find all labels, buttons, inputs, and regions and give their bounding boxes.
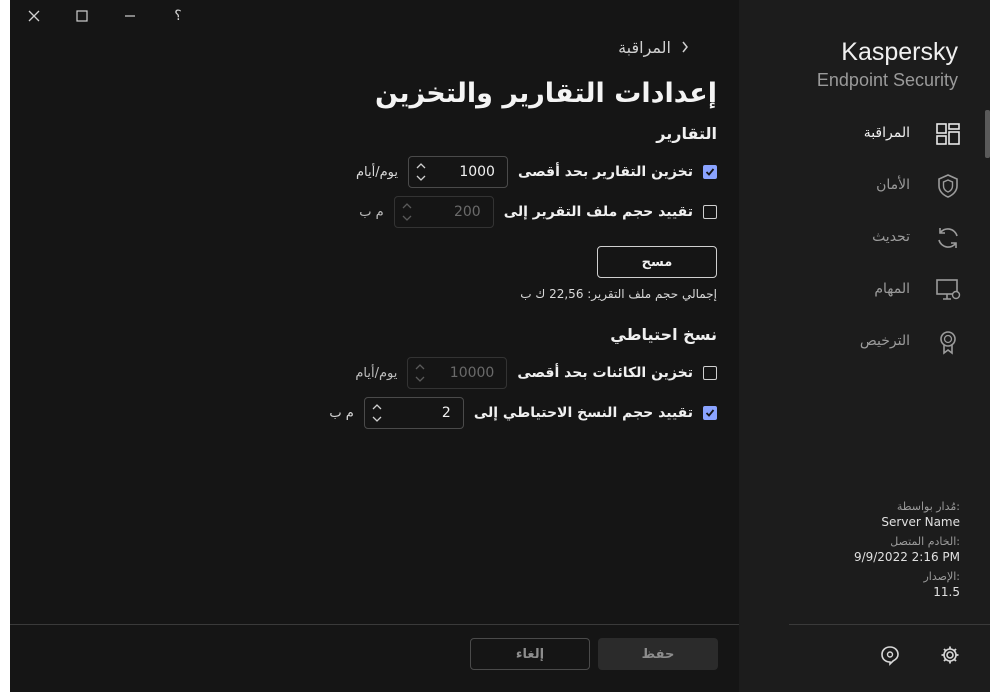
store-reports-stepper[interactable]: 1000: [407, 156, 508, 188]
store-reports-value: 1000: [459, 164, 495, 180]
nav-item-tasks[interactable]: المهام: [739, 270, 990, 310]
limit-report-size-unit: م ب: [359, 204, 384, 220]
store-reports-row: تخزين التقارير بحد أقصى 1000 يوم/أيام: [356, 156, 717, 188]
refresh-icon: [938, 228, 958, 248]
shield-icon: [938, 174, 958, 198]
help-button[interactable]: ؟: [165, 4, 191, 28]
limit-backup-size-row: تقييد حجم النسخ الاحتياطي إلى 2 م ب: [329, 397, 717, 429]
minimize-icon: [125, 15, 135, 17]
nav-item-monitoring[interactable]: المراقبة: [739, 114, 990, 154]
limit-backup-size-checkbox[interactable]: [703, 406, 717, 420]
limit-backup-size-label: تقييد حجم النسخ الاحتياطي إلى: [473, 405, 693, 421]
nav-item-security[interactable]: الأمان: [739, 166, 990, 206]
version-value: 11.5: [933, 585, 960, 599]
dashboard-icon: [936, 123, 960, 145]
store-objects-label: تخزين الكائنات بحد أقصى: [517, 365, 693, 381]
nav-label: المهام: [874, 281, 910, 297]
license-badge-icon: [940, 331, 956, 355]
nav-label: تحديث: [872, 229, 910, 245]
clear-reports-button[interactable]: مسح: [597, 246, 717, 278]
breadcrumb[interactable]: المراقبة: [618, 38, 689, 57]
support-icon[interactable]: [879, 644, 901, 666]
cancel-button[interactable]: إلغاء: [470, 638, 590, 670]
stepper-arrows-icon[interactable]: [401, 200, 413, 224]
limit-backup-size-stepper[interactable]: 2: [363, 397, 464, 429]
page-title: إعدادات التقارير والتخزين: [375, 78, 717, 109]
app-window: ؟ المراقبة إعدادات التقارير والتخزين الت…: [10, 0, 990, 692]
product-name: Endpoint Security: [816, 70, 958, 90]
limit-backup-size-unit: م ب: [329, 405, 354, 421]
checkmark-icon: [705, 409, 715, 417]
server-label: الخادم المتصل:: [890, 535, 960, 548]
limit-report-size-row: تقييد حجم ملف التقرير إلى 200 م ب: [359, 196, 717, 228]
store-objects-row: تخزين الكائنات بحد أقصى 10000 يوم/أيام: [355, 357, 717, 389]
version-label: الإصدار:: [923, 570, 960, 583]
store-objects-checkbox[interactable]: [703, 366, 717, 380]
backup-section-title: نسخ احتياطي: [610, 325, 717, 344]
stepper-arrows-icon[interactable]: [414, 361, 426, 385]
nav-label: الترخيص: [859, 333, 910, 349]
sidebar-divider: [789, 624, 990, 625]
gear-icon[interactable]: [939, 644, 961, 666]
app-name: Kaspersky: [841, 38, 958, 66]
limit-backup-size-value: 2: [441, 405, 451, 421]
close-icon: [28, 10, 40, 22]
sidebar: Kaspersky Endpoint Security المراقبة الأ…: [739, 0, 990, 692]
managed-by-label: مُدار بواسطة:: [896, 500, 960, 513]
nav-label: الأمان: [876, 177, 910, 193]
server-value: 9/9/2022 2:16 PM: [853, 550, 960, 564]
stepper-arrows-icon[interactable]: [415, 160, 427, 184]
chevron-right-icon: [681, 38, 689, 57]
limit-report-size-label: تقييد حجم ملف التقرير إلى: [503, 204, 693, 220]
footer-divider: [10, 624, 739, 625]
maximize-window-button[interactable]: [69, 4, 95, 28]
limit-report-size-checkbox[interactable]: [703, 205, 717, 219]
limit-report-size-stepper[interactable]: 200: [393, 196, 494, 228]
nav-item-license[interactable]: الترخيص: [739, 322, 990, 362]
breadcrumb-label: المراقبة: [618, 38, 671, 57]
managed-by-value: Server Name: [881, 515, 960, 529]
reports-section-title: التقارير: [656, 124, 717, 143]
total-report-size: إجمالي حجم ملف التقرير: 22,56 ك ب: [520, 287, 717, 301]
store-objects-unit: يوم/أيام: [355, 365, 398, 381]
nav-item-update[interactable]: تحديث: [739, 218, 990, 258]
store-reports-unit: يوم/أيام: [355, 164, 398, 180]
store-reports-checkbox[interactable]: [703, 165, 717, 179]
monitor-gear-icon: [936, 279, 961, 300]
limit-report-size-value: 200: [453, 204, 481, 220]
nav-label: المراقبة: [863, 125, 910, 141]
close-window-button[interactable]: [21, 4, 47, 28]
maximize-icon: [76, 10, 88, 22]
store-objects-value: 10000: [449, 365, 495, 381]
checkmark-icon: [705, 168, 715, 176]
store-reports-label: تخزين التقارير بحد أقصى: [517, 164, 693, 180]
stepper-arrows-icon[interactable]: [371, 401, 383, 425]
save-button[interactable]: حفظ: [598, 638, 718, 670]
store-objects-stepper[interactable]: 10000: [407, 357, 508, 389]
minimize-window-button[interactable]: [117, 4, 143, 28]
